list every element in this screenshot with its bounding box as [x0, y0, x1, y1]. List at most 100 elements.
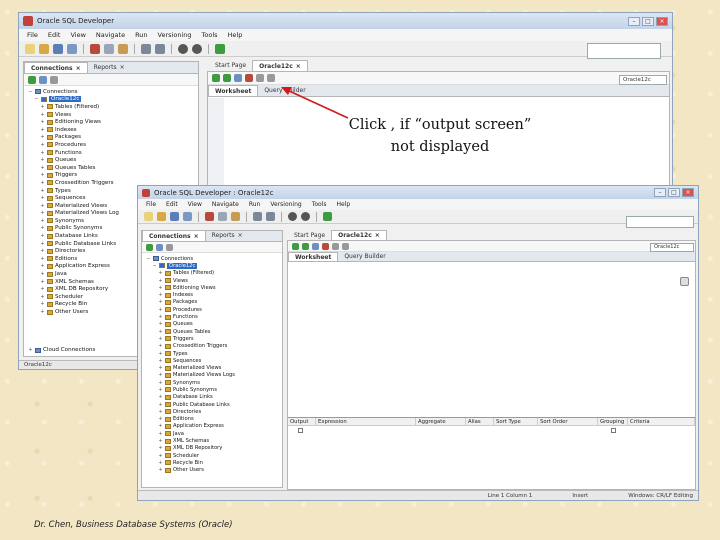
menu-tools[interactable]: Tools	[202, 31, 218, 39]
close-button[interactable]: ×	[682, 188, 694, 197]
menu-edit[interactable]: Edit	[48, 31, 61, 39]
save-all-icon[interactable]	[67, 43, 77, 54]
tree-node[interactable]: + Sequences	[146, 357, 282, 364]
rollback-icon[interactable]	[245, 74, 253, 82]
expand-icon[interactable]: +	[40, 210, 45, 216]
tab-start-page[interactable]: Start Page	[288, 230, 331, 240]
close-icon[interactable]: ×	[238, 232, 243, 239]
tree-node[interactable]: + Other Users	[146, 467, 282, 474]
menu-tools[interactable]: Tools	[312, 201, 327, 208]
cloud-connections[interactable]: + Cloud Connections	[24, 344, 95, 354]
add-connection-icon[interactable]	[28, 75, 36, 84]
run-icon[interactable]	[323, 212, 332, 221]
tree-node-connections[interactable]: − Connections	[146, 255, 282, 262]
close-icon[interactable]: ×	[194, 233, 199, 240]
expand-icon[interactable]: +	[158, 329, 163, 335]
output-checkbox[interactable]	[298, 427, 303, 433]
tree-node[interactable]: + Java	[146, 430, 282, 437]
new-icon[interactable]	[144, 212, 153, 221]
run-script-icon[interactable]	[302, 242, 309, 250]
expand-icon[interactable]: +	[40, 134, 45, 140]
expand-icon[interactable]: +	[158, 343, 163, 349]
expand-icon[interactable]: +	[40, 157, 45, 163]
menu-view[interactable]: View	[188, 201, 202, 208]
tree-node[interactable]: + Directories	[146, 408, 282, 415]
refresh-icon[interactable]	[39, 75, 47, 84]
tree-node[interactable]: + Queues	[146, 321, 282, 328]
expand-icon[interactable]: +	[158, 453, 163, 459]
close-icon[interactable]: ×	[296, 63, 301, 70]
expand-icon[interactable]: +	[40, 188, 45, 194]
menu-edit[interactable]: Edit	[166, 201, 178, 208]
expand-icon[interactable]: +	[158, 270, 163, 276]
paste-icon[interactable]	[118, 43, 128, 54]
expand-icon[interactable]: +	[40, 225, 45, 231]
new-icon[interactable]	[25, 43, 35, 54]
rollback-icon[interactable]	[322, 242, 329, 250]
expand-icon[interactable]: +	[158, 278, 163, 284]
expand-icon[interactable]: +	[158, 358, 163, 364]
tab-connections[interactable]: Connections ×	[24, 62, 88, 73]
tree-node[interactable]: + Views	[146, 277, 282, 284]
expand-icon[interactable]: +	[40, 119, 45, 125]
query-builder-zoom-icon[interactable]	[680, 277, 689, 286]
tree-node[interactable]: + Application Express	[146, 423, 282, 430]
undo-icon[interactable]	[141, 43, 151, 54]
tree-node[interactable]: + Scheduler	[146, 452, 282, 459]
expand-icon[interactable]: +	[158, 416, 163, 422]
maximize-button[interactable]: □	[668, 188, 680, 197]
expand-icon[interactable]: +	[40, 263, 45, 269]
expand-icon[interactable]: +	[40, 180, 45, 186]
tree-node[interactable]: + Indexes	[146, 291, 282, 298]
explain-icon[interactable]	[256, 74, 264, 82]
expand-icon[interactable]: +	[158, 285, 163, 291]
tree-node[interactable]: + Synonyms	[146, 379, 282, 386]
refresh-icon[interactable]	[156, 243, 163, 251]
tree-node[interactable]: + Indexes	[28, 126, 198, 134]
tree-node-oracle12c[interactable]: − Oracle12c	[146, 262, 282, 269]
tree-node[interactable]: + Editions	[146, 416, 282, 423]
run-statement-icon[interactable]	[212, 74, 220, 82]
tree-node[interactable]: + Functions	[28, 149, 198, 157]
commit-icon[interactable]	[234, 74, 242, 82]
tree-node[interactable]: + Queues Tables	[28, 164, 198, 172]
tab-connections[interactable]: Connections ×	[142, 231, 206, 241]
expand-icon[interactable]: +	[40, 301, 45, 307]
tree-node[interactable]: + Packages	[28, 134, 198, 142]
autotrace-icon[interactable]	[342, 242, 349, 250]
tree-node[interactable]: + Functions	[146, 313, 282, 320]
close-icon[interactable]: ×	[76, 65, 81, 72]
tree-node[interactable]: + Database Links	[146, 394, 282, 401]
expand-icon[interactable]: +	[40, 195, 45, 201]
tab-reports[interactable]: Reports ×	[88, 62, 131, 73]
expand-icon[interactable]: +	[158, 423, 163, 429]
undo-icon[interactable]	[253, 212, 262, 221]
expand-icon[interactable]: +	[158, 438, 163, 444]
tree-node[interactable]: + Editioning Views	[28, 118, 198, 126]
menu-versioning[interactable]: Versioning	[270, 201, 301, 208]
menu-versioning[interactable]: Versioning	[158, 31, 192, 39]
menu-help[interactable]: Help	[336, 201, 350, 208]
back-icon[interactable]	[288, 212, 297, 221]
run-statement-icon[interactable]	[292, 242, 299, 250]
expand-icon[interactable]: +	[158, 321, 163, 327]
copy-icon[interactable]	[104, 43, 114, 54]
subtab-query-builder[interactable]: Query Builder	[338, 252, 391, 261]
expand-icon[interactable]: +	[158, 351, 163, 357]
add-connection-icon[interactable]	[146, 243, 153, 251]
menu-navigate[interactable]: Navigate	[212, 201, 239, 208]
forward-icon[interactable]	[192, 43, 202, 54]
expand-icon[interactable]: +	[158, 431, 163, 437]
redo-icon[interactable]	[266, 212, 275, 221]
redo-icon[interactable]	[155, 43, 165, 54]
menu-run[interactable]: Run	[249, 201, 261, 208]
col-grouping[interactable]: Grouping	[598, 418, 628, 425]
run-script-icon[interactable]	[223, 74, 231, 82]
minimize-button[interactable]: –	[654, 188, 666, 197]
expand-icon[interactable]: +	[158, 409, 163, 415]
tree-node[interactable]: + XML DB Repository	[146, 445, 282, 452]
col-output[interactable]: Output	[288, 418, 316, 425]
tree-node[interactable]: + Editioning Views	[146, 284, 282, 291]
expand-icon[interactable]: +	[40, 218, 45, 224]
tree-node[interactable]: + Triggers	[28, 172, 198, 180]
